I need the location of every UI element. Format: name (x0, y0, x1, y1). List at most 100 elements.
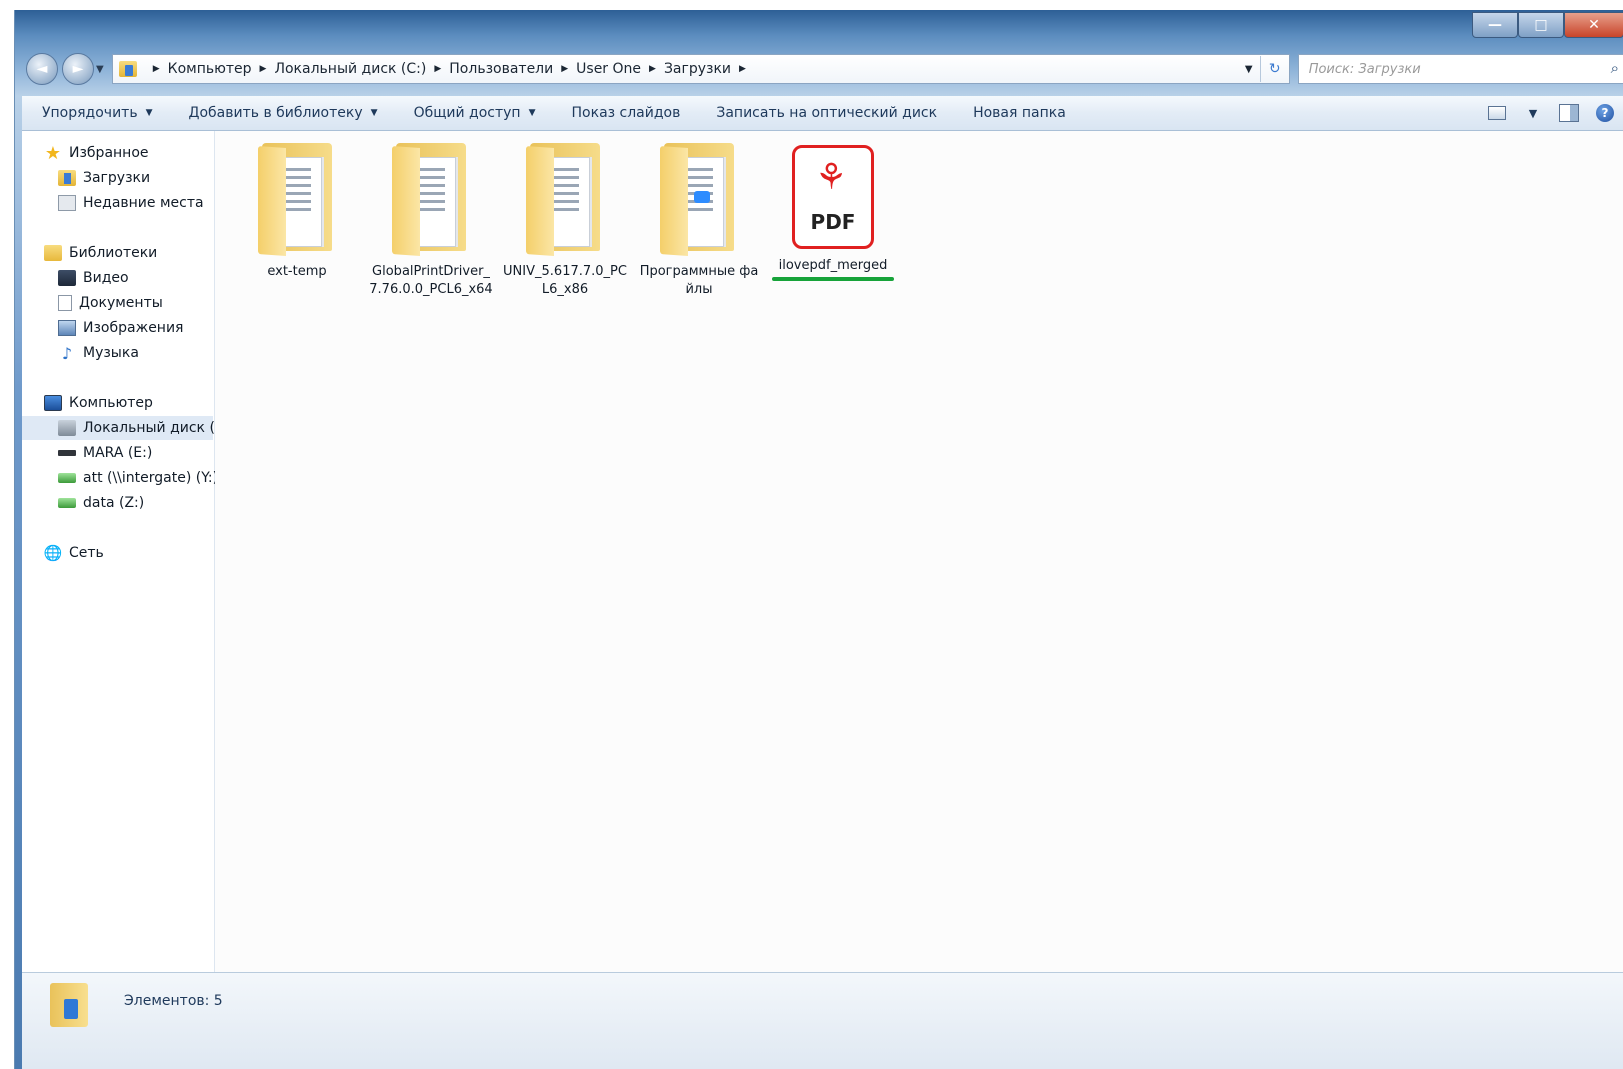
sidebar-item-downloads[interactable]: Загрузки (58, 166, 150, 190)
chevron-right-icon[interactable]: ▶ (649, 64, 656, 74)
organize-label: Упорядочить (42, 105, 138, 121)
breadcrumb-user-one[interactable]: User One (576, 61, 641, 77)
sidebar-item-video[interactable]: Видео (58, 266, 129, 290)
chevron-right-icon[interactable]: ▶ (434, 64, 441, 74)
sidebar-item-label: Изображения (83, 320, 184, 336)
view-dropdown-icon[interactable]: ▼ (1522, 104, 1544, 122)
sidebar-item-label: Загрузки (83, 170, 151, 186)
minimize-button[interactable]: — (1472, 12, 1518, 38)
acrobat-logo-icon: ⚘ (815, 157, 848, 198)
network-drive-icon (58, 473, 76, 483)
file-item-folder[interactable]: Программные файлы (635, 143, 763, 311)
pictures-library-icon (58, 320, 76, 336)
recent-places-icon (58, 195, 76, 211)
sidebar-item-label: Библиотеки (69, 245, 158, 261)
window-frame-left (15, 96, 22, 1069)
dropdown-arrow-icon: ▼ (145, 108, 153, 118)
search-box[interactable]: ⌕ (1297, 54, 1623, 84)
video-library-icon (58, 270, 76, 286)
sidebar-item-label: Недавние места (83, 195, 204, 211)
downloads-folder-icon (118, 61, 137, 77)
sidebar-item-label: MARA (E:) (83, 445, 153, 461)
sidebar-item-favorites[interactable]: ★ Избранное (44, 141, 149, 165)
sidebar-item-computer[interactable]: Компьютер (44, 391, 153, 415)
recent-pages-dropdown-icon[interactable]: ▼ (96, 64, 104, 75)
file-name: Программные файлы (639, 264, 759, 297)
caption-buttons: — □ ✕ (1472, 12, 1623, 38)
maximize-button[interactable]: □ (1518, 12, 1564, 38)
folder-icon (392, 143, 470, 256)
star-icon: ★ (44, 142, 62, 164)
sidebar-item-data-network-drive[interactable]: data (Z:) (58, 491, 144, 515)
documents-library-icon (58, 295, 72, 311)
file-name: UNIV_5.617.7.0_PCL6_x86 (503, 264, 627, 297)
search-icon[interactable]: ⌕ (1611, 59, 1619, 77)
sidebar-item-label: Видео (83, 270, 129, 286)
close-button[interactable]: ✕ (1564, 12, 1623, 38)
chevron-right-icon[interactable]: ▶ (153, 64, 160, 74)
sidebar-item-label: Компьютер (69, 395, 153, 411)
sidebar-item-documents[interactable]: Документы (58, 291, 163, 315)
sidebar-item-local-disk[interactable]: Локальный диск (C (22, 416, 225, 440)
dropdown-arrow-icon: ▼ (528, 108, 536, 118)
preview-pane-icon[interactable] (1558, 104, 1580, 122)
explorer-window: — □ ✕ ◄ ► ▼ ▶ Компьютер ▶ Локальный диск… (14, 10, 1623, 1069)
share-label: Общий доступ (413, 105, 521, 121)
sidebar-item-libraries[interactable]: Библиотеки (44, 241, 157, 265)
navigation-row: ◄ ► ▼ ▶ Компьютер ▶ Локальный диск (C:) … (22, 50, 1623, 88)
breadcrumb-local-disk[interactable]: Локальный диск (C:) (274, 61, 426, 77)
address-history-dropdown-icon[interactable]: ▼ (1238, 64, 1260, 75)
address-bar[interactable]: ▶ Компьютер ▶ Локальный диск (C:) ▶ Поль… (111, 54, 1290, 84)
file-item-folder[interactable]: GlobalPrintDriver_7.76.0.0_PCL6_x64 (367, 143, 495, 311)
forward-arrow-icon[interactable]: ► (62, 53, 94, 85)
sidebar-item-recent-places[interactable]: Недавние места (58, 191, 204, 215)
change-view-icon[interactable] (1486, 104, 1508, 122)
slideshow-button[interactable]: Показ слайдов (572, 105, 681, 121)
file-name: ilovepdf_merged (778, 258, 888, 273)
chevron-right-icon[interactable]: ▶ (260, 64, 267, 74)
sidebar-item-mara-drive[interactable]: MARA (E:) (58, 441, 152, 465)
organize-button[interactable]: Упорядочить ▼ (42, 105, 153, 121)
file-list: ext-temp GlobalPrintDriver_7.76.0.0_PCL6… (215, 131, 1623, 972)
details-pane: Элементов: 5 (22, 972, 1623, 1069)
sidebar-item-label: Локальный диск (C (83, 420, 225, 436)
file-name: ext-temp (267, 264, 327, 279)
pdf-file-icon: ⚘ PDF (792, 145, 874, 249)
sidebar-item-network[interactable]: 🌐 Сеть (44, 541, 104, 565)
sidebar-item-label: Документы (79, 295, 163, 311)
file-item-folder[interactable]: UNIV_5.617.7.0_PCL6_x86 (501, 143, 629, 311)
navigation-pane: ★ Избранное Загрузки Недавние места Библ… (22, 131, 225, 972)
chevron-right-icon[interactable]: ▶ (739, 64, 746, 74)
sidebar-item-label: Музыка (83, 345, 139, 361)
help-icon[interactable]: ? (1594, 104, 1616, 122)
sidebar-item-label: Избранное (69, 145, 149, 161)
folder-icon (526, 143, 604, 256)
file-item-pdf[interactable]: ⚘ PDF ilovepdf_merged (769, 143, 897, 311)
file-item-folder[interactable]: ext-temp (233, 143, 361, 311)
highlight-underline (772, 277, 894, 281)
item-count: Элементов: 5 (124, 993, 223, 1009)
sidebar-item-pictures[interactable]: Изображения (58, 316, 183, 340)
new-folder-button[interactable]: Новая папка (973, 105, 1066, 121)
folder-icon (660, 143, 738, 256)
breadcrumb-users[interactable]: Пользователи (449, 61, 553, 77)
downloads-folder-icon (50, 981, 90, 1029)
back-arrow-icon[interactable]: ◄ (26, 53, 58, 85)
burn-button[interactable]: Записать на оптический диск (716, 105, 937, 121)
breadcrumb-computer[interactable]: Компьютер (168, 61, 252, 77)
add-to-library-label: Добавить в библиотеку (188, 105, 363, 121)
network-icon: 🌐 (43, 544, 63, 562)
add-to-library-button[interactable]: Добавить в библиотеку ▼ (189, 105, 378, 121)
refresh-icon[interactable]: ↻ (1259, 56, 1289, 82)
search-input[interactable] (1298, 54, 1623, 84)
computer-icon (44, 395, 62, 411)
sidebar-item-att-network-drive[interactable]: att (\\intergate) (Y:) (58, 466, 218, 490)
breadcrumb-downloads[interactable]: Загрузки (664, 61, 731, 77)
pdf-icon-label: PDF (810, 210, 856, 234)
share-button[interactable]: Общий доступ ▼ (414, 105, 536, 121)
toolbar-right-controls: ▼ ? (1486, 96, 1616, 130)
sidebar-item-music[interactable]: ♪ Музыка (58, 341, 139, 365)
chevron-right-icon[interactable]: ▶ (561, 64, 568, 74)
dropdown-arrow-icon: ▼ (370, 108, 378, 118)
hard-drive-icon (58, 420, 76, 436)
